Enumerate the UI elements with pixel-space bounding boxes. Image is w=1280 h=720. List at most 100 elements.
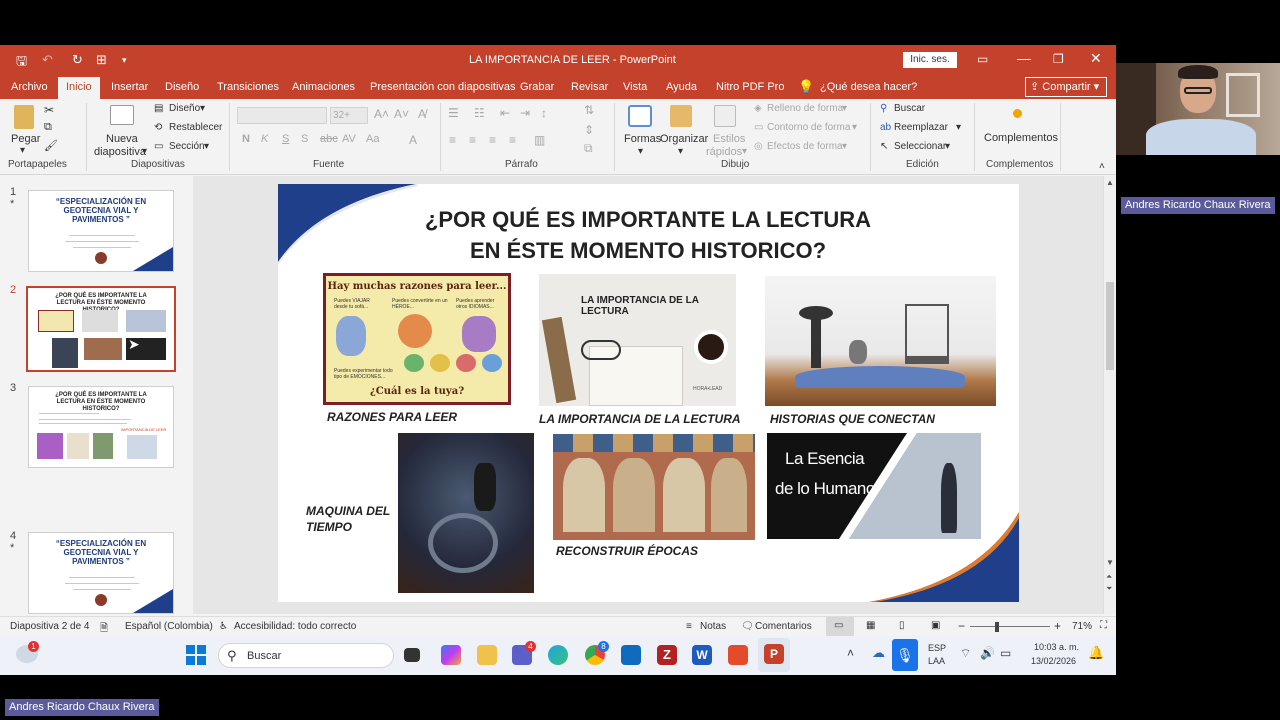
layout-dropdown-icon[interactable]: ▾ bbox=[200, 103, 205, 114]
quick-styles-dropdown-icon[interactable]: ▾ bbox=[742, 146, 747, 157]
caption-historias[interactable]: HISTORIAS QUE CONECTAN bbox=[770, 412, 935, 426]
acrobat-icon[interactable] bbox=[728, 645, 748, 665]
notes-button[interactable]: Notas bbox=[700, 621, 726, 632]
accessibility-status[interactable]: Accesibilidad: todo correcto bbox=[234, 621, 356, 632]
caption-reconstruir[interactable]: RECONSTRUIR ÉPOCAS bbox=[556, 544, 698, 558]
strikethrough-icon[interactable]: abc bbox=[320, 133, 338, 145]
language-status[interactable]: Español (Colombia) bbox=[125, 621, 213, 632]
prev-slide-icon[interactable]: ⏶ bbox=[1106, 572, 1112, 582]
scroll-up-icon[interactable]: ▲ bbox=[1106, 178, 1114, 187]
battery-icon[interactable]: ▭ bbox=[1000, 646, 1011, 660]
caption-razones[interactable]: RAZONES PARA LEER bbox=[327, 410, 457, 424]
start-button[interactable] bbox=[186, 645, 206, 665]
indent-decrease-icon[interactable]: ⇤ bbox=[500, 106, 510, 120]
zoom-level[interactable]: 71% bbox=[1072, 621, 1092, 632]
replace-dropdown-icon[interactable]: ▾ bbox=[956, 122, 961, 133]
participant-video[interactable] bbox=[1116, 63, 1280, 155]
select-button[interactable]: Seleccionar bbox=[894, 141, 946, 152]
grow-font-icon[interactable]: A˄ bbox=[374, 107, 389, 121]
show-hidden-icons[interactable]: ˄ bbox=[847, 646, 854, 660]
edge-icon[interactable] bbox=[548, 645, 568, 665]
image-razones-para-leer[interactable]: Hay muchas razones para leer... Puedes V… bbox=[323, 273, 511, 405]
zoom-out-icon[interactable]: − bbox=[958, 619, 965, 633]
ribbon-display-icon[interactable]: ▭ bbox=[977, 52, 988, 66]
align-right-icon[interactable]: ≡ bbox=[489, 133, 496, 147]
image-importancia-lectura[interactable]: LA IMPORTANCIA DE LA LECTURA HORA•LEAD bbox=[539, 274, 736, 406]
file-explorer-icon[interactable] bbox=[477, 645, 497, 665]
replace-button[interactable]: Reemplazar bbox=[894, 122, 948, 133]
quick-styles-icon[interactable] bbox=[714, 105, 736, 127]
image-maquina-tiempo[interactable] bbox=[398, 433, 534, 593]
columns-icon[interactable]: ▥ bbox=[534, 133, 545, 147]
tab-diseno[interactable]: Diseño bbox=[165, 81, 199, 93]
next-slide-icon[interactable]: ⏷ bbox=[1106, 584, 1112, 594]
notifications-icon[interactable]: 🔔 bbox=[1088, 645, 1104, 661]
fit-slide-icon[interactable]: ⛶ bbox=[1100, 620, 1107, 631]
case-icon[interactable]: Aa bbox=[366, 133, 379, 145]
language-indicator-1[interactable]: ESP bbox=[928, 643, 946, 653]
find-button[interactable]: Buscar bbox=[894, 103, 925, 114]
language-indicator-2[interactable]: LAA bbox=[928, 656, 945, 666]
wifi-icon[interactable]: ⌔ bbox=[960, 646, 971, 661]
numbering-icon[interactable]: ☷ bbox=[474, 106, 485, 120]
collapse-ribbon-icon[interactable]: ˄ bbox=[1099, 161, 1105, 172]
clear-format-icon[interactable]: A̸ bbox=[418, 107, 426, 121]
new-slide-label[interactable]: Nueva bbox=[106, 133, 138, 145]
powerpoint-taskbar-button[interactable]: P bbox=[758, 638, 790, 672]
align-center-icon[interactable]: ≡ bbox=[469, 133, 476, 147]
slide-title[interactable]: ¿POR QUÉ ES IMPORTANTE LA LECTURA EN ÉST… bbox=[378, 204, 918, 266]
clock-date[interactable]: 13/02/2026 bbox=[1031, 656, 1076, 666]
paste-button[interactable]: Pegar bbox=[11, 133, 40, 145]
section-button[interactable]: Sección bbox=[169, 141, 205, 152]
onedrive-icon[interactable]: ☁ bbox=[872, 645, 885, 661]
indent-increase-icon[interactable]: ⇥ bbox=[520, 106, 530, 120]
outlook-icon[interactable] bbox=[621, 645, 641, 665]
underline-icon[interactable]: S bbox=[282, 133, 289, 145]
align-text-icon[interactable]: ⇕ bbox=[584, 123, 594, 137]
shadow-icon[interactable]: S bbox=[301, 133, 308, 145]
addins-icon[interactable] bbox=[1013, 109, 1022, 118]
new-slide-label-2[interactable]: diapositiva bbox=[94, 146, 146, 158]
scroll-down-icon[interactable]: ▼ bbox=[1106, 558, 1114, 567]
slide-thumbnail-3[interactable]: ¿POR QUÉ ES IMPORTANTE LA LECTURA EN ÉST… bbox=[28, 386, 174, 468]
present-from-start-icon[interactable]: ⊞ bbox=[96, 52, 107, 68]
zoom-slider-thumb[interactable] bbox=[995, 622, 999, 632]
slide-sorter-icon[interactable]: ▦ bbox=[866, 620, 875, 631]
redo-icon[interactable]: ↻ bbox=[72, 52, 83, 68]
slide-thumbnail-1[interactable]: “ESPECIALIZACIÓN EN GEOTECNIA VIAL Y PAV… bbox=[28, 190, 174, 272]
customize-qat-icon[interactable]: ▾ bbox=[122, 55, 127, 66]
arrange-icon[interactable] bbox=[670, 105, 692, 127]
volume-icon[interactable]: 🔊 bbox=[980, 646, 995, 660]
shape-outline-dropdown-icon[interactable]: ▾ bbox=[852, 122, 857, 133]
section-dropdown-icon[interactable]: ▾ bbox=[204, 141, 209, 152]
shape-fill-dropdown-icon[interactable]: ▾ bbox=[842, 103, 847, 114]
paste-dropdown-icon[interactable]: ▾ bbox=[20, 145, 25, 156]
zoom-slider[interactable] bbox=[970, 626, 1050, 627]
current-slide[interactable]: ¿POR QUÉ ES IMPORTANTE LA LECTURA EN ÉST… bbox=[278, 184, 1019, 602]
sign-in-button[interactable]: Inic. ses. bbox=[903, 52, 957, 68]
shapes-dropdown-icon[interactable]: ▾ bbox=[638, 146, 643, 157]
font-size-combobox[interactable]: 32+ bbox=[330, 107, 368, 124]
tab-inicio[interactable]: Inicio bbox=[58, 77, 100, 99]
zoom-in-icon[interactable]: + bbox=[1054, 619, 1061, 633]
close-icon[interactable]: ✕ bbox=[1090, 50, 1102, 67]
slideshow-icon[interactable]: ▣ bbox=[931, 620, 940, 631]
tell-me-input[interactable]: ¿Qué desea hacer? bbox=[820, 81, 917, 93]
cut-icon[interactable]: ✂ bbox=[44, 103, 54, 117]
tab-insertar[interactable]: Insertar bbox=[111, 81, 148, 93]
image-esencia-humano[interactable]: La Esencia de lo Humano bbox=[767, 433, 981, 539]
format-painter-icon[interactable]: 🖌 bbox=[44, 139, 58, 152]
normal-view-button[interactable]: ▭ bbox=[826, 617, 854, 636]
slide-thumbnail-4[interactable]: “ESPECIALIZACIÓN EN GEOTECNIA VIAL Y PAV… bbox=[28, 532, 174, 614]
tab-animaciones[interactable]: Animaciones bbox=[292, 81, 355, 93]
font-color-icon[interactable]: A bbox=[409, 133, 417, 147]
layout-button[interactable]: Diseño bbox=[169, 103, 200, 114]
taskbar-search[interactable]: ⚲ Buscar bbox=[218, 643, 394, 668]
minimize-icon[interactable]: — bbox=[1017, 50, 1031, 66]
tab-revisar[interactable]: Revisar bbox=[571, 81, 608, 93]
tab-vista[interactable]: Vista bbox=[623, 81, 647, 93]
addins-button[interactable]: Complementos bbox=[984, 132, 1058, 144]
caption-importancia[interactable]: LA IMPORTANCIA DE LA LECTURA bbox=[539, 412, 741, 426]
word-icon[interactable]: W bbox=[692, 645, 712, 665]
share-button[interactable]: ⇪ Compartir ▾ bbox=[1025, 77, 1107, 97]
